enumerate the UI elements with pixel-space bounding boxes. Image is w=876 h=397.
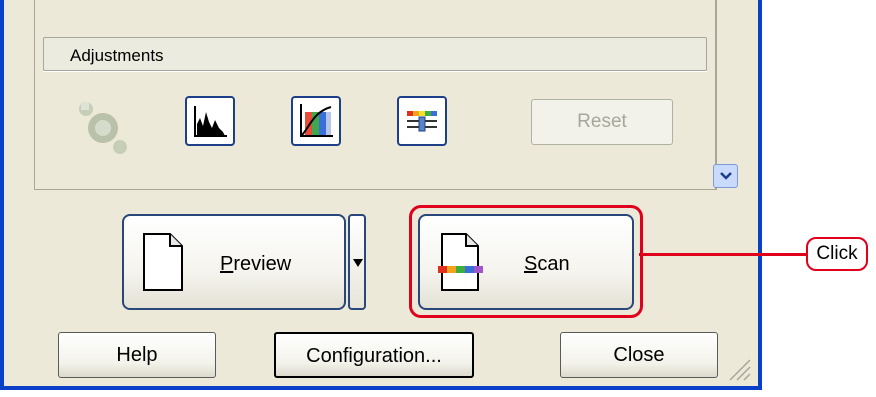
adjustments-header: Adjustments: [43, 37, 707, 71]
callout-connector: [639, 253, 811, 256]
scroll-area: [716, 0, 754, 190]
preview-options-dropdown[interactable]: [348, 214, 366, 310]
preview-label: Preview: [220, 253, 292, 275]
resize-grip-icon[interactable]: [724, 354, 752, 382]
tone-curve-button[interactable]: [291, 96, 341, 146]
scan-dialog-window: Adjustments Reset Preview Scan Help Conf…: [0, 0, 762, 390]
color-palette-icon: [407, 111, 437, 132]
configuration-button[interactable]: Configuration...: [274, 332, 474, 378]
unsharp-mask-button[interactable]: [73, 96, 127, 154]
settings-panel: Adjustments Reset: [34, 0, 716, 190]
scan-highlight-frame: [409, 205, 643, 318]
unsharp-mask-icon: [79, 102, 127, 154]
histogram-button[interactable]: [185, 96, 235, 146]
divider: [43, 71, 707, 72]
histogram-icon: [194, 106, 227, 137]
help-button[interactable]: Help: [58, 332, 216, 378]
chevron-down-icon: [720, 172, 732, 180]
triangle-down-icon: [353, 259, 363, 267]
preview-button[interactable]: Preview: [122, 214, 346, 310]
reset-button[interactable]: Reset: [531, 99, 673, 145]
tone-curve-icon: [300, 104, 333, 137]
click-callout: Click: [806, 237, 868, 271]
close-button[interactable]: Close: [560, 332, 718, 378]
scroll-down-button[interactable]: [713, 164, 738, 188]
adjustments-title: Adjustments: [70, 46, 164, 65]
document-icon: [143, 233, 183, 291]
color-palette-button[interactable]: [397, 96, 447, 146]
